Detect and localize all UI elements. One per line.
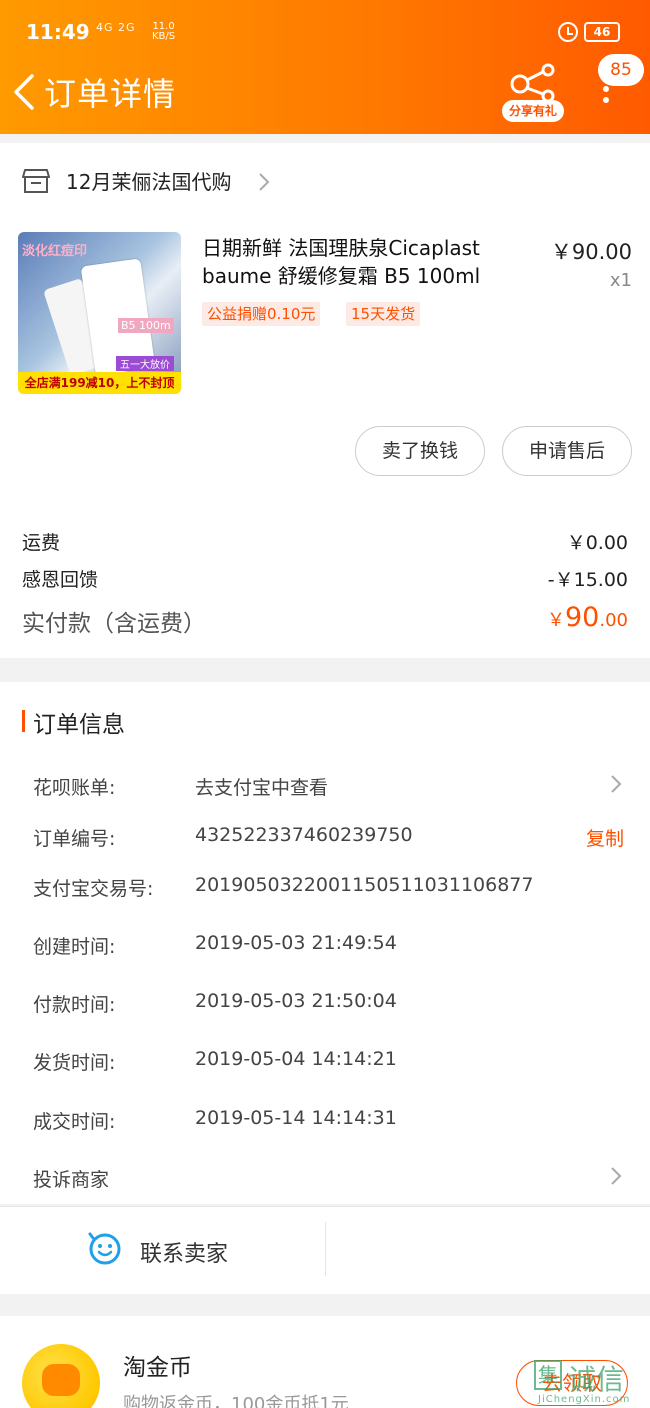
coin-title: 淘金币 xyxy=(123,1355,192,1381)
product-image-size-label: B5 100m xyxy=(118,318,174,333)
total-integer: 90 xyxy=(565,602,600,633)
total-currency: ￥ xyxy=(547,610,565,631)
page-title: 订单详情 xyxy=(44,75,177,113)
signal-icon: 4G 2G xyxy=(96,21,136,34)
thanks-discount-label: 感恩回馈 xyxy=(22,569,99,591)
status-time: 11:49 xyxy=(26,20,90,44)
complaint-merchant-link[interactable]: 投诉商家 xyxy=(33,1165,109,1192)
thanks-discount-value: -￥15.00 xyxy=(547,569,628,591)
store-icon xyxy=(22,169,50,193)
action-divider xyxy=(325,1222,326,1276)
product-image[interactable]: 淡化红痘印 B5 100m 五一大放价 全店满199减10，上不封顶 xyxy=(18,232,181,394)
charity-tag: 公益捐赠0.10元 xyxy=(202,302,321,326)
chat-smile-icon[interactable] xyxy=(88,1232,122,1266)
order-number-label: 订单编号: xyxy=(33,828,116,850)
total-paid-value: ￥90.00 xyxy=(547,602,628,633)
product-title[interactable]: 日期新鲜 法国理肤泉Cicaplast baume 舒缓修复霜 B5 100ml xyxy=(202,234,522,290)
shipping-fee-label: 运费 xyxy=(22,532,61,554)
message-count-badge[interactable]: 85 xyxy=(598,54,644,86)
back-arrow-icon[interactable] xyxy=(8,74,44,110)
claim-coin-button[interactable]: 去领取 xyxy=(516,1360,628,1406)
huabei-link[interactable]: 去支付宝中查看 xyxy=(195,773,328,800)
huabei-label: 花呗账单: xyxy=(33,777,116,799)
product-image-banner-text: 淡化红痘印 xyxy=(22,244,88,259)
chevron-right-icon[interactable] xyxy=(608,1164,624,1188)
shipped-time-value: 2019-05-04 14:14:21 xyxy=(195,1048,397,1070)
chevron-right-icon[interactable] xyxy=(256,170,272,194)
paid-time-value: 2019-05-03 21:50:04 xyxy=(195,990,397,1012)
alipay-trade-value: 2019050322001150511031106877 xyxy=(195,874,534,896)
more-vertical-icon[interactable] xyxy=(600,86,612,110)
header-bar: 11:49 4G 2G 11.0 KB/S 46 订单详情 分享有礼 85 xyxy=(0,0,650,134)
total-paid-label: 实付款（含运费） xyxy=(22,611,206,637)
battery-indicator: 46 xyxy=(584,22,620,42)
paid-time-label: 付款时间: xyxy=(33,994,116,1016)
shipping-fee-value: ￥0.00 xyxy=(566,532,628,554)
after-sales-button[interactable]: 申请售后 xyxy=(502,426,632,476)
alarm-icon xyxy=(558,22,578,42)
section-accent-bar xyxy=(22,710,25,732)
product-image-promo-tag: 五一大放价 xyxy=(116,356,174,371)
order-info-title: 订单信息 xyxy=(33,712,125,738)
share-label: 分享有礼 xyxy=(502,100,564,122)
share-icon xyxy=(510,63,555,102)
completed-time-value: 2019-05-14 14:14:31 xyxy=(195,1107,397,1129)
network-speed-unit: KB/S xyxy=(152,31,176,42)
created-time-label: 创建时间: xyxy=(33,936,116,958)
product-quantity: x1 xyxy=(609,270,632,291)
alipay-trade-label: 支付宝交易号: xyxy=(33,878,154,900)
sell-for-cash-button[interactable]: 卖了换钱 xyxy=(355,426,485,476)
total-decimal: .00 xyxy=(599,610,628,631)
chevron-right-icon[interactable] xyxy=(608,772,624,796)
completed-time-label: 成交时间: xyxy=(33,1111,116,1133)
contact-seller-button[interactable]: 联系卖家 xyxy=(140,1236,228,1268)
product-price: ￥90.00 xyxy=(550,240,632,264)
shipping-time-tag: 15天发货 xyxy=(346,302,421,326)
coin-subtitle: 购物返金币，100金币抵1元 xyxy=(123,1394,349,1408)
product-image-promo-strip: 全店满199减10，上不封顶 xyxy=(18,372,181,394)
share-button[interactable]: 分享有礼 xyxy=(500,60,566,126)
created-time-value: 2019-05-03 21:49:54 xyxy=(195,932,397,954)
shipped-time-label: 发货时间: xyxy=(33,1052,116,1074)
order-number-value: 432522337460239750 xyxy=(195,824,413,846)
store-name-link[interactable]: 12月茉俪法国代购 xyxy=(66,168,231,196)
copy-order-number-button[interactable]: 复制 xyxy=(586,824,624,851)
network-speed: 11.0 KB/S xyxy=(152,22,175,42)
